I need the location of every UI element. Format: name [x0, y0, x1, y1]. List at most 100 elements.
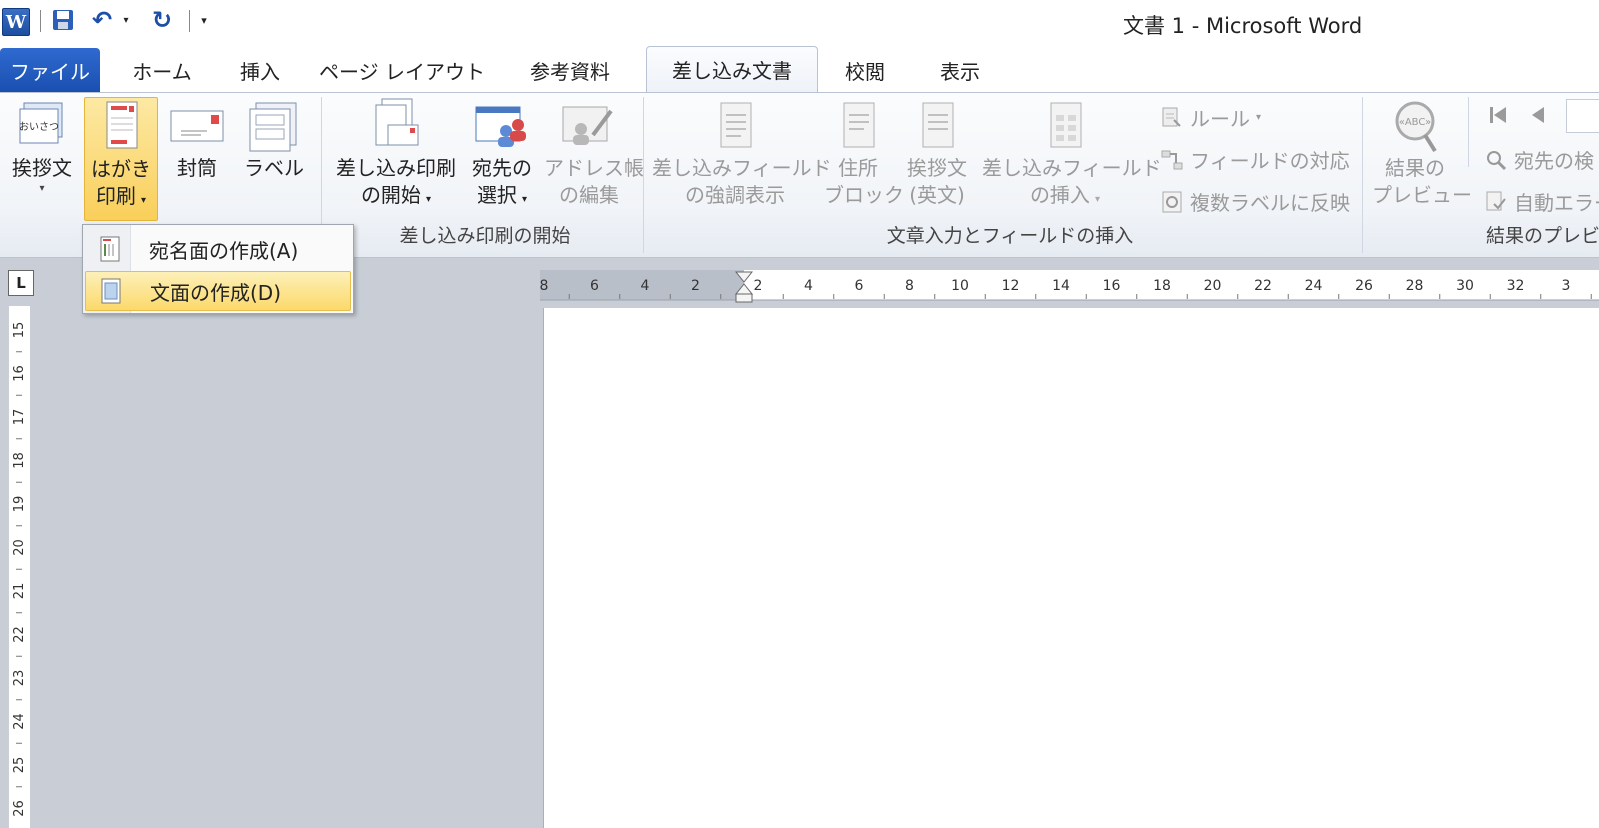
ruler-number: 22 — [1254, 278, 1272, 294]
tab-mailings[interactable]: 差し込み文書 — [646, 46, 818, 92]
first-record-icon — [1490, 107, 1506, 123]
postcard-icon — [97, 98, 145, 156]
address-block-button[interactable]: 住所 ブロック — [824, 97, 904, 209]
ruler-number: 2 — [754, 278, 763, 294]
menu-item-label: 宛名面の作成(A) — [149, 238, 299, 263]
vertical-ruler[interactable]: 15 16 17 18 19 20 21 22 23 24 25 26 — [8, 306, 30, 828]
first-record-button[interactable] — [1486, 103, 1510, 127]
envelope-label: 封筒 — [177, 156, 217, 180]
customize-qat-button[interactable]: ▾ — [196, 8, 212, 32]
chevron-down-icon: ▾ — [426, 194, 432, 205]
match-fields-button[interactable]: フィールドの対応 — [1160, 145, 1350, 174]
tab-review[interactable]: 校閲 — [830, 48, 900, 92]
auto-check-errors-label: 自動エラー — [1514, 191, 1599, 215]
chevron-down-icon: ▾ — [123, 14, 129, 26]
qat-separator — [189, 10, 190, 32]
highlight-fields-line2: の強調表示 — [685, 183, 785, 207]
address-block-icon — [834, 97, 882, 155]
word-logo-icon[interactable]: W — [2, 8, 30, 36]
tab-page-layout[interactable]: ページ レイアウト — [319, 48, 485, 92]
undo-icon: ↶ — [91, 6, 113, 34]
edit-recipient-list-line1: アドレス帳 — [544, 156, 644, 180]
select-recipients-button[interactable]: 宛先の 選択 ▾ — [464, 97, 540, 209]
horizontal-ruler[interactable]: 8 6 4 2 2 4 6 8 10 12 14 16 18 20 22 24 26 28 30 32 3 — [540, 270, 1599, 306]
ruler-number: 16 — [1103, 278, 1121, 294]
record-number-field[interactable] — [1566, 99, 1599, 133]
tab-insert[interactable]: 挿入 — [222, 48, 298, 92]
start-mail-merge-button[interactable]: 差し込み印刷 の開始 ▾ — [330, 97, 462, 209]
auto-check-errors-button[interactable]: 自動エラー — [1484, 187, 1599, 216]
ruler-number: 32 — [1507, 278, 1525, 294]
preview-results-line2: プレビュー — [1372, 183, 1472, 207]
insert-merge-field-icon — [1041, 97, 1089, 155]
find-recipient-button[interactable]: 宛先の検 — [1484, 145, 1594, 174]
group-label-write-insert: 文章入力とフィールドの挿入 — [886, 225, 1134, 247]
greeting-line-line1: 挨拶文 — [907, 156, 967, 180]
title-bar: W ↶ ▾ ↻ ▾ 文書 1 - Microsoft Word — [0, 0, 1599, 44]
previous-record-button[interactable] — [1526, 103, 1550, 127]
tab-selector-button[interactable]: L — [8, 270, 34, 296]
tab-view[interactable]: 表示 — [924, 48, 996, 92]
preview-results-button[interactable]: «ABC» 結果の プレビュー — [1372, 97, 1472, 209]
group-separator — [643, 97, 644, 253]
ruler-number: 24 — [12, 713, 27, 730]
ruler-number: 2 — [691, 278, 700, 294]
greeting-line-button[interactable]: 挨拶文 (英文) — [900, 97, 974, 209]
group-separator — [1468, 97, 1469, 167]
document-page[interactable] — [543, 308, 1599, 828]
redo-icon: ↻ — [151, 6, 173, 34]
ruler-number: 25 — [12, 757, 27, 774]
save-button[interactable] — [50, 8, 76, 32]
preview-results-line1: 結果の — [1385, 156, 1445, 180]
undo-button[interactable]: ↶ — [88, 6, 116, 34]
edit-recipient-list-icon — [562, 97, 613, 155]
find-recipient-icon — [1487, 150, 1507, 170]
edit-recipient-list-button[interactable]: アドレス帳 の編集 — [544, 97, 644, 209]
postcard-print-menu: 宛名面の作成(A) 文面の作成(D) — [82, 224, 354, 314]
tab-home[interactable]: ホーム — [112, 48, 212, 92]
insert-merge-field-button[interactable]: 差し込みフィールド の挿入 ▾ — [982, 97, 1162, 209]
group-label-start-merge: 差し込み印刷の開始 — [399, 225, 571, 247]
start-mail-merge-line2: の開始 — [360, 183, 421, 207]
greeting-button[interactable]: おいさつ 挨拶文 ▾ — [6, 97, 78, 196]
postcard-label-line2: 印刷 — [95, 184, 136, 208]
labels-button[interactable]: ラベル — [238, 97, 310, 182]
menu-item-create-message-side[interactable]: 文面の作成(D) — [85, 271, 351, 311]
greeting-label: 挨拶文 — [12, 156, 72, 180]
highlight-merge-fields-button[interactable]: 差し込みフィールド の強調表示 — [652, 97, 832, 209]
ruler-number: 18 — [1153, 278, 1171, 294]
rules-button[interactable]: ルール ▾ — [1160, 103, 1261, 132]
select-recipients-icon — [475, 97, 526, 155]
redo-button[interactable]: ↻ — [148, 6, 176, 34]
menu-item-label: 文面の作成(D) — [150, 280, 282, 305]
update-labels-button[interactable]: 複数ラベルに反映 — [1160, 187, 1350, 216]
greeting-line-line2: (英文) — [909, 183, 965, 207]
ruler-number: 20 — [1204, 278, 1222, 294]
ruler-number: 26 — [12, 800, 27, 817]
menu-item-create-address-side[interactable]: 宛名面の作成(A) — [85, 229, 351, 269]
ruler-number: 8 — [540, 278, 548, 294]
ruler-number: 4 — [804, 278, 813, 294]
update-labels-label: 複数ラベルに反映 — [1190, 191, 1350, 215]
window-title: 文書 1 - Microsoft Word — [1123, 14, 1363, 38]
edit-recipient-list-line2: の編集 — [559, 183, 619, 207]
qat-separator — [40, 10, 41, 32]
chevron-down-icon: ▾ — [39, 183, 45, 194]
tab-references[interactable]: 参考資料 — [512, 48, 628, 92]
postcard-print-button[interactable]: はがき 印刷 ▾ — [84, 97, 158, 221]
labels-label: ラベル — [244, 156, 304, 180]
envelope-button[interactable]: 封筒 — [164, 97, 230, 182]
match-fields-label: フィールドの対応 — [1190, 149, 1350, 173]
labels-icon — [249, 97, 298, 155]
start-mail-merge-line1: 差し込み印刷 — [336, 156, 456, 180]
tab-file[interactable]: ファイル — [0, 48, 100, 92]
rules-label: ルール — [1190, 107, 1250, 131]
ruler-number: 18 — [12, 452, 27, 469]
word-logo-letter: W — [5, 11, 27, 33]
rules-icon — [1162, 107, 1181, 127]
undo-dropdown-button[interactable]: ▾ — [120, 8, 132, 32]
envelope-icon — [170, 97, 224, 155]
chevron-down-icon: ▾ — [1256, 112, 1262, 123]
highlight-fields-line1: 差し込みフィールド — [652, 156, 832, 180]
greeting-card-icon: おいさつ — [18, 97, 66, 155]
